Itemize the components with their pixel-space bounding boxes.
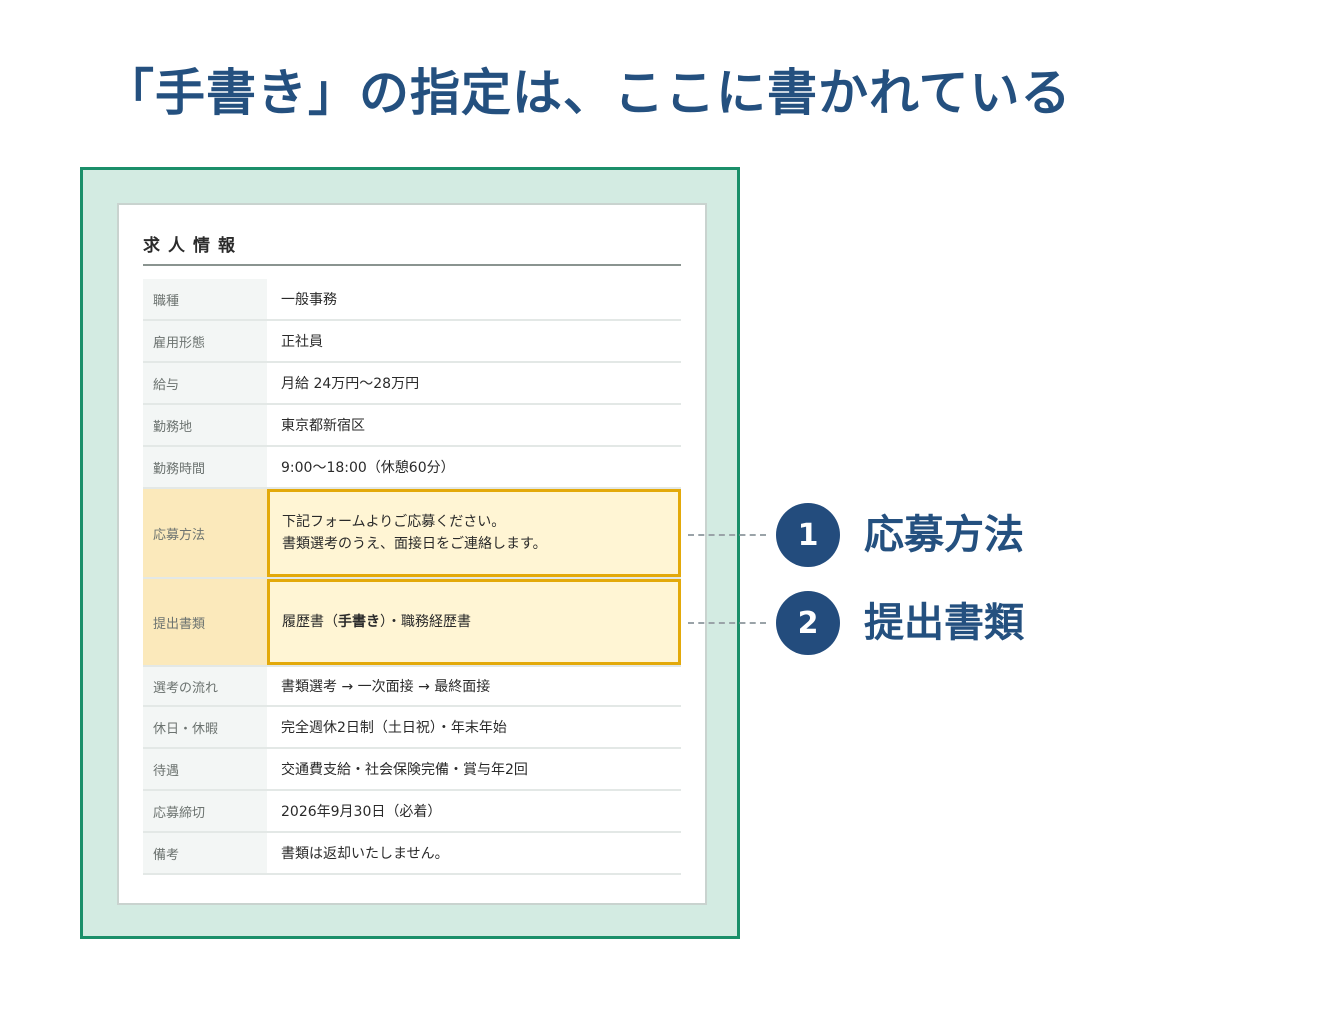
- application-line-2: 書類選考のうえ、面接日をご連絡します。: [282, 536, 547, 552]
- row-label: 備考: [143, 833, 267, 873]
- job-info-card: 求人情報 職種 一般事務 雇用形態 正社員 給与 月給 24万円〜28万円 勤務…: [117, 203, 707, 905]
- page: 「手書き」の指定は、ここに書かれている 求人情報 職種 一般事務 雇用形態 正社…: [0, 0, 1320, 1015]
- application-method-value: 下記フォームよりご応募ください。 書類選考のうえ、面接日をご連絡します。: [267, 489, 681, 577]
- job-info-table: 職種 一般事務 雇用形態 正社員 給与 月給 24万円〜28万円 勤務地 東京都…: [143, 279, 681, 875]
- row-label: 待遇: [143, 749, 267, 789]
- title-divider: [143, 264, 681, 266]
- page-headline: 「手書き」の指定は、ここに書かれている: [104, 64, 1072, 122]
- row-label: 提出書類: [143, 579, 267, 665]
- table-row: 応募締切 2026年9月30日（必着）: [143, 791, 681, 833]
- table-row: 待遇 交通費支給・社会保険完備・賞与年2回: [143, 749, 681, 791]
- required-documents-value: 履歴書（手書き）・職務経歴書: [267, 579, 681, 665]
- row-value: 完全週休2日制（土日祝）・年末年始: [281, 720, 507, 736]
- row-label: 応募締切: [143, 791, 267, 831]
- application-method-row: 応募方法 下記フォームよりご応募ください。 書類選考のうえ、面接日をご連絡します…: [143, 489, 681, 577]
- row-label: 応募方法: [143, 489, 267, 577]
- callout-number-badge: 1: [776, 503, 840, 567]
- callout-application-method: 1 応募方法: [688, 500, 1108, 570]
- documents-prefix: 履歴書（: [282, 614, 338, 630]
- row-label: 勤務時間: [143, 447, 267, 487]
- table-row: 職種 一般事務: [143, 279, 681, 321]
- documents-suffix: ）・職務経歴書: [380, 614, 471, 630]
- callout-label: 応募方法: [864, 512, 1024, 558]
- callout-label: 提出書類: [864, 600, 1024, 646]
- row-value: 一般事務: [281, 292, 337, 308]
- table-row: 雇用形態 正社員: [143, 321, 681, 363]
- highlight-frame: 求人情報 職種 一般事務 雇用形態 正社員 給与 月給 24万円〜28万円 勤務…: [80, 167, 740, 939]
- table-row: 選考の流れ 書類選考 → 一次面接 → 最終面接: [143, 665, 681, 707]
- callout-leader-line: [688, 622, 766, 624]
- row-label: 勤務地: [143, 405, 267, 445]
- row-label: 選考の流れ: [143, 667, 267, 705]
- row-value: 月給 24万円〜28万円: [281, 376, 420, 392]
- row-value: 東京都新宿区: [281, 418, 365, 434]
- table-row: 勤務地 東京都新宿区: [143, 405, 681, 447]
- handwritten-emphasis: 手書き: [338, 614, 380, 630]
- row-label: 給与: [143, 363, 267, 403]
- table-row: 給与 月給 24万円〜28万円: [143, 363, 681, 405]
- row-value: 書類選考 → 一次面接 → 最終面接: [281, 679, 491, 695]
- row-label: 休日・休暇: [143, 707, 267, 747]
- row-value: 書類は返却いたしません。: [281, 846, 449, 862]
- table-row: 休日・休暇 完全週休2日制（土日祝）・年末年始: [143, 707, 681, 749]
- row-value: 正社員: [281, 334, 323, 350]
- table-row: 備考 書類は返却いたしません。: [143, 833, 681, 875]
- row-value: 9:00〜18:00（休憩60分）: [281, 460, 455, 476]
- row-value: 2026年9月30日（必着）: [281, 804, 442, 820]
- callout-leader-line: [688, 534, 766, 536]
- application-line-1: 下記フォームよりご応募ください。: [282, 514, 506, 530]
- row-label: 職種: [143, 279, 267, 319]
- callout-number-badge: 2: [776, 591, 840, 655]
- row-label: 雇用形態: [143, 321, 267, 361]
- required-documents-row: 提出書類 履歴書（手書き）・職務経歴書: [143, 577, 681, 665]
- callout-required-documents: 2 提出書類: [688, 588, 1108, 658]
- row-value: 交通費支給・社会保険完備・賞与年2回: [281, 762, 528, 778]
- card-title: 求人情報: [143, 236, 243, 256]
- table-row: 勤務時間 9:00〜18:00（休憩60分）: [143, 447, 681, 489]
